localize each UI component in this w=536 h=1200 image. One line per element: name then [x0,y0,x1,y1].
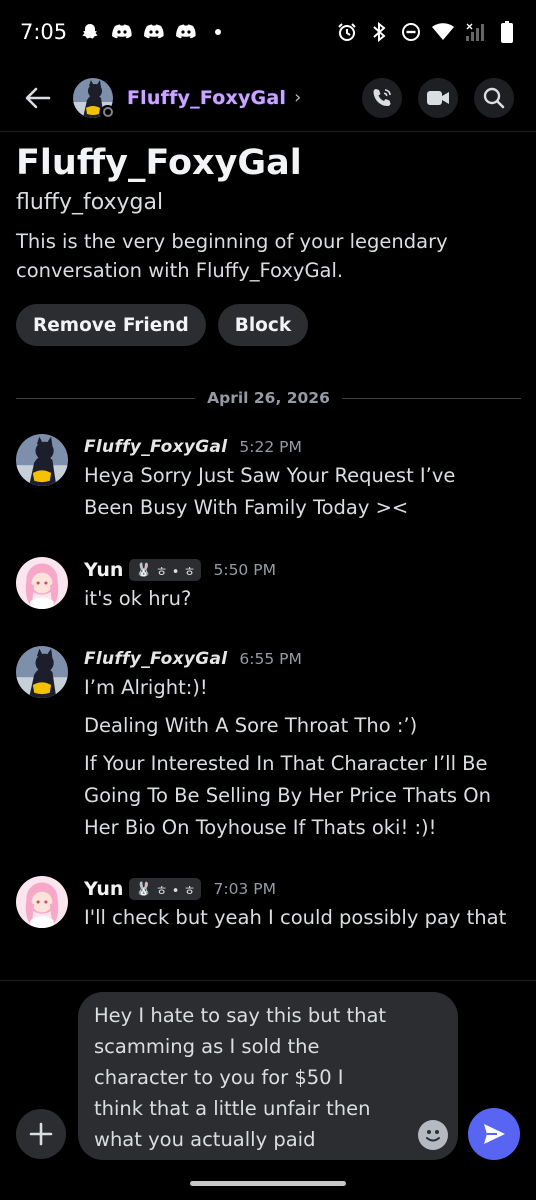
message-text: Her Bio On Toyhouse If Thats oki! :)! [84,816,437,839]
message-author[interactable]: Yun [84,878,123,900]
avatar[interactable] [73,77,115,120]
avatar[interactable] [16,434,68,486]
discord-icon [175,21,197,43]
bluetooth-icon [368,21,390,43]
bunny-icon: 🐰 [135,881,152,897]
message-input[interactable]: Hey I hate to say this but that scamming… [78,992,458,1160]
voice-call-button[interactable] [362,77,402,118]
discord-icon [143,21,165,43]
page-title: Fluffy_FoxyGal [16,143,302,183]
video-call-button[interactable] [418,77,458,118]
search-icon [483,87,505,108]
guild-tag-text: ㅎ • ㅎ [155,883,196,899]
message-text: Going To Be Selling By Her Price Thats O… [84,784,491,807]
guild-tag-text: ㅎ • ㅎ [155,564,196,580]
attach-button[interactable] [16,1109,66,1159]
username-handle: fluffy_foxygal [16,190,164,215]
chat-header: Fluffy_FoxyGal › [0,64,536,132]
avatar[interactable] [16,646,68,698]
dot-icon [207,21,229,43]
offline-status-icon [100,104,115,120]
chevron-right-icon[interactable]: › [294,87,301,108]
message-text: I'll check but yeah I could possibly pay… [84,906,507,929]
alarm-icon [336,21,358,43]
message[interactable]: Fluffy_FoxyGal 5:22 PM Heya Sorry Just S… [16,434,521,524]
message-composer: Hey I hate to say this but that scamming… [0,980,536,1200]
discord-icon [111,21,133,43]
header-username[interactable]: Fluffy_FoxyGal [127,87,286,109]
send-button[interactable] [468,1108,520,1160]
arrow-left-icon [25,87,51,108]
avatar[interactable] [16,557,68,609]
message-text: it's ok hru? [84,587,192,610]
guild-tag[interactable]: 🐰 ㅎ • ㅎ [129,559,202,581]
intro-description: This is the very beginning of your legen… [16,230,448,282]
do-not-disturb-icon [400,21,422,43]
message-text: Been Busy With Family Today >< [84,496,409,519]
message-text: I’m Alright:)! [84,676,208,699]
message-timestamp: 5:22 PM [239,438,302,456]
message-timestamp: 7:03 PM [213,880,276,898]
back-button[interactable] [18,78,58,118]
status-bar: 7:05 [0,0,536,64]
clock: 7:05 [20,20,68,44]
signal-icon [464,21,486,43]
message-author[interactable]: Yun [84,559,123,581]
plus-icon [29,1122,53,1146]
message-text: Heya Sorry Just Saw Your Request I’ve [84,464,456,487]
message[interactable]: Yun 🐰 ㅎ • ㅎ 5:50 PM it's ok hru? [16,557,521,615]
message[interactable]: Yun 🐰 ㅎ • ㅎ 7:03 PM I'll check but yeah … [16,876,521,934]
date-label: April 26, 2026 [207,389,330,407]
battery-icon [496,21,518,43]
date-divider: April 26, 2026 [16,388,522,408]
wifi-icon [432,21,454,43]
message-text: If Your Interested In That Character I’l… [84,752,488,775]
block-button[interactable]: Block [217,304,309,346]
snapchat-icon [79,21,101,43]
guild-tag[interactable]: 🐰 ㅎ • ㅎ [129,878,202,900]
conversation-intro: Fluffy_FoxyGal fluffy_foxygal This is th… [16,140,521,346]
message-input-text[interactable]: Hey I hate to say this but that scamming… [94,1000,406,1155]
remove-friend-button[interactable]: Remove Friend [16,304,206,346]
search-button[interactable] [474,77,514,118]
phone-call-icon [373,88,391,106]
message[interactable]: Fluffy_FoxyGal 6:55 PM I’m Alright:)! De… [16,646,521,844]
message-timestamp: 5:50 PM [213,561,276,579]
message-timestamp: 6:55 PM [239,650,302,668]
emoji-button[interactable] [418,1120,448,1150]
send-icon [484,1124,505,1144]
message-text: Dealing With A Sore Throat Tho :’) [84,714,418,737]
emoji-icon [426,1130,440,1142]
message-author[interactable]: Fluffy_FoxyGal [84,649,227,669]
bunny-icon: 🐰 [135,562,152,578]
avatar[interactable] [16,876,68,928]
message-author[interactable]: Fluffy_FoxyGal [84,437,227,457]
home-indicator[interactable] [190,1181,346,1186]
video-call-icon [427,90,449,105]
